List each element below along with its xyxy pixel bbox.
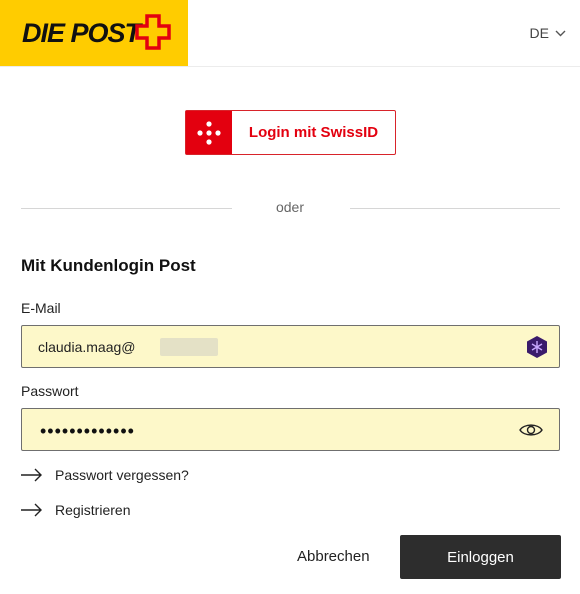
toggle-password-visibility[interactable] bbox=[517, 419, 545, 441]
swissid-login-label: Login mit SwissID bbox=[248, 124, 379, 141]
register-label: Registrieren bbox=[55, 502, 131, 518]
password-label: Passwort bbox=[21, 383, 79, 399]
password-manager-icon bbox=[527, 336, 547, 358]
separator-text: oder bbox=[275, 199, 305, 215]
email-redacted-part bbox=[160, 338, 218, 356]
email-label: E-Mail bbox=[21, 300, 61, 316]
password-manager-button[interactable] bbox=[525, 336, 549, 358]
language-label: DE bbox=[529, 25, 549, 41]
swissid-mark bbox=[186, 111, 232, 154]
arrow-right-icon bbox=[21, 503, 42, 517]
password-field[interactable]: ••••••••••••• bbox=[21, 408, 560, 451]
arrow-right-icon bbox=[21, 468, 42, 482]
forgot-password-label: Passwort vergessen? bbox=[55, 467, 189, 483]
register-link[interactable]: Registrieren bbox=[21, 502, 130, 518]
swissid-login-button[interactable]: Login mit SwissID bbox=[185, 110, 396, 155]
forgot-password-link[interactable]: Passwort vergessen? bbox=[21, 467, 189, 483]
email-field[interactable] bbox=[21, 325, 560, 368]
login-button[interactable]: Einloggen bbox=[400, 535, 561, 579]
email-input[interactable] bbox=[38, 326, 508, 367]
password-input[interactable]: ••••••••••••• bbox=[40, 421, 135, 442]
divider-right bbox=[350, 208, 560, 209]
eye-icon bbox=[519, 424, 543, 436]
die-post-logo[interactable]: DIE POST bbox=[0, 0, 188, 66]
form-title: Mit Kundenlogin Post bbox=[21, 256, 196, 275]
language-selector[interactable]: DE bbox=[530, 25, 566, 41]
swiss-post-cross-icon bbox=[135, 14, 171, 50]
swissid-dots-icon bbox=[197, 120, 221, 145]
chevron-down-icon bbox=[555, 30, 566, 36]
header: DIE POST DE bbox=[0, 0, 580, 67]
cancel-button[interactable]: Abbrechen bbox=[297, 548, 370, 565]
logo-text: DIE POST bbox=[22, 18, 141, 48]
